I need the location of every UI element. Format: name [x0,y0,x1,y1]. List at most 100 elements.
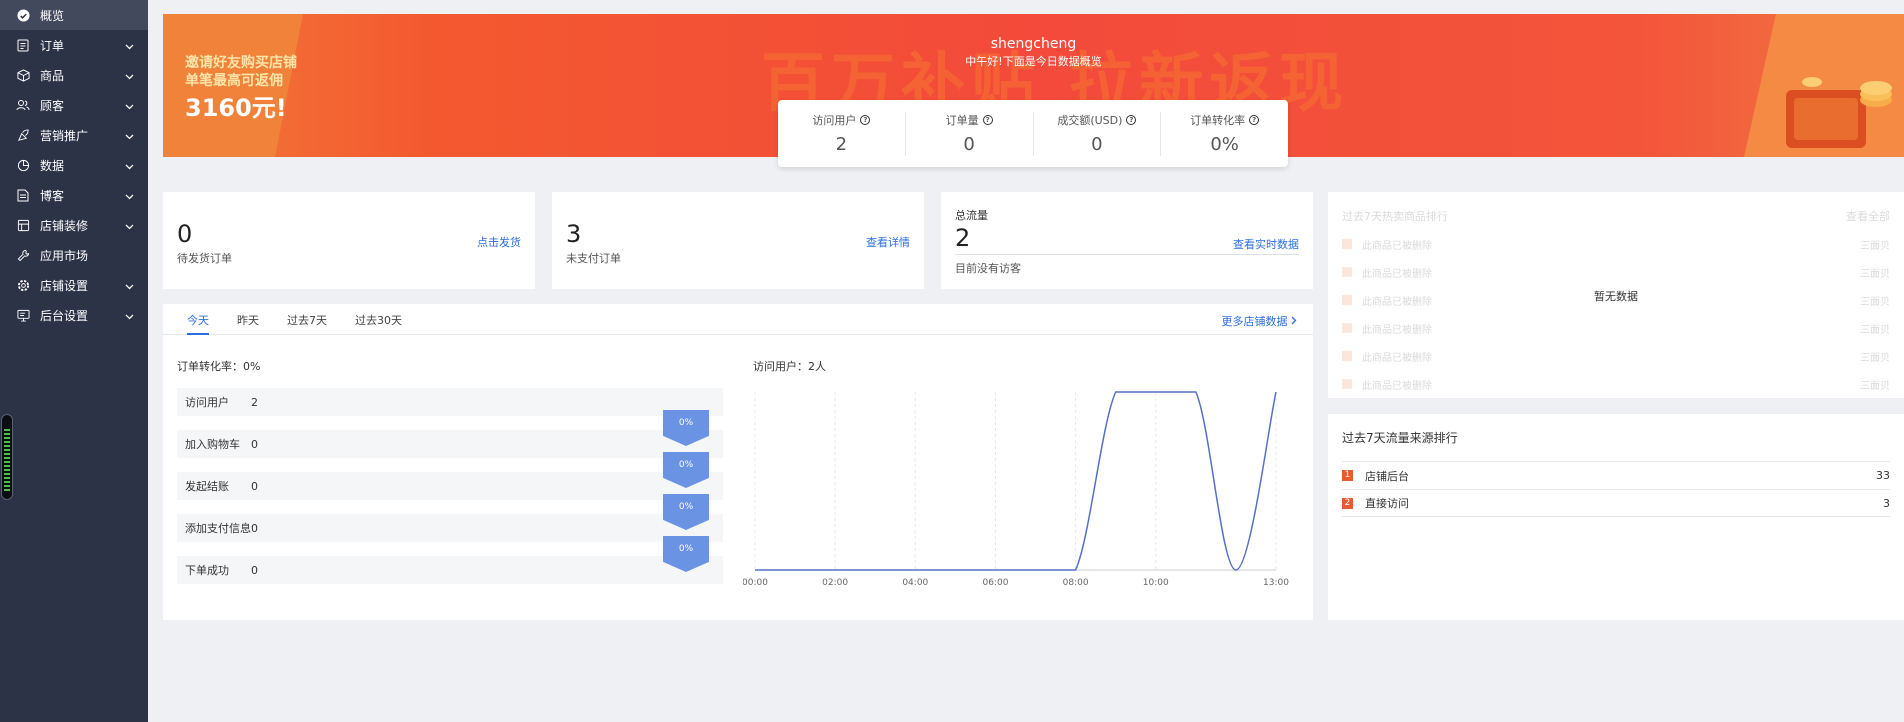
sidebar-item-customers[interactable]: 顾客 [0,90,148,120]
stat-value: 0% [1210,133,1239,155]
volume-meter [1,414,13,500]
sidebar-item-label: 商品 [40,68,65,83]
gear-icon [16,278,30,292]
sidebar-item-admin-settings[interactable]: 后台设置 [0,300,148,330]
funnel-value: 0 [251,479,258,493]
promo-line: 单笔最高可返佣 [185,73,283,89]
placeholder-row: 此商品已被删除 三面贝 [1342,377,1890,392]
sidebar-item-store-settings[interactable]: 店铺设置 [0,270,148,300]
chevron-down-icon [125,189,134,203]
placeholder-name: 此商品已被删除 [1362,381,1432,392]
funnel-value: 0 [251,521,258,535]
sidebar-item-label: 后台设置 [40,308,89,323]
rank-marker [1342,351,1352,361]
more-link-label: 更多店铺数据 [1221,315,1288,328]
pending-orders-card: 0 待发货订单 点击发货 [163,192,535,289]
today-stats-card: 访问用户? 2 订单量? 0 成交额(USD)? 0 订单转化率? 0% [778,100,1288,167]
view-details-link[interactable]: 查看详情 [866,234,910,250]
tab-yesterday[interactable]: 昨天 [237,304,259,335]
stat-conversion: 订单转化率? 0% [1161,112,1288,156]
no-data-message: 暂无数据 [1594,290,1638,303]
unpaid-caption: 未支付订单 [566,252,621,265]
chevron-down-icon [125,129,134,143]
stat-value: 0 [963,133,975,155]
sidebar-item-label: 数据 [40,158,65,173]
stat-label: 订单转化率 [1190,113,1246,127]
rank-marker [1342,239,1352,249]
rank-marker [1342,379,1352,389]
product-icon [16,68,30,82]
traffic-caption: 目前没有访客 [955,262,1021,275]
placeholder-row: 此商品已被删除 三面贝 [1342,265,1890,280]
sidebar-item-label: 顾客 [40,98,65,113]
tab-last-7-days[interactable]: 过去7天 [287,304,327,335]
traffic-sources-card: 过去7天流量来源排行 1 店铺后台 33 2 直接访问 3 [1328,414,1904,620]
tab-today[interactable]: 今天 [187,304,209,335]
sidebar-item-label: 店铺装修 [40,218,89,233]
chevron-down-icon [125,279,134,293]
customers-icon [16,98,30,112]
placeholder-name: 此商品已被删除 [1362,325,1432,336]
more-store-data-link[interactable]: 更多店铺数据 [1222,313,1298,329]
x-tick-label: 04:00 [902,578,928,588]
sidebar-item-app-market[interactable]: 应用市场 [0,240,148,270]
x-tick-label: 00:00 [743,578,768,588]
help-icon[interactable]: ? [982,114,993,125]
hot-products-title: 过去7天热卖商品排行 [1342,210,1448,223]
greeting-text: 中午好!下面是今日数据概览 [965,55,1102,68]
date-range-tabs: 今天 昨天 过去7天 过去30天 更多店铺数据 [163,304,1313,335]
stat-orders: 订单量? 0 [906,111,1034,156]
chevron-down-icon [125,159,134,173]
sidebar-item-label: 博客 [40,188,65,203]
sidebar: 概览 订单 商品 顾客 营销推广 数据 博客 店铺装修 应用市场 店铺设置 后台… [0,0,148,722]
tab-last-30-days[interactable]: 过去30天 [355,304,402,335]
x-tick-label: 06:00 [982,578,1008,588]
chevron-down-icon [125,39,134,53]
sidebar-item-data[interactable]: 数据 [0,150,148,180]
sidebar-item-label: 概览 [40,8,65,23]
sidebar-item-blog[interactable]: 博客 [0,180,148,210]
sidebar-item-marketing[interactable]: 营销推广 [0,120,148,150]
stat-label: 成交额(USD) [1057,113,1123,127]
rank-marker [1342,267,1352,277]
ship-now-link[interactable]: 点击发货 [477,234,521,250]
x-tick-label: 13:00 [1263,578,1289,588]
stat-label: 访问用户 [812,113,857,127]
blog-icon [16,188,30,202]
funnel-value: 2 [251,395,258,409]
realtime-data-link[interactable]: 查看实时数据 [1233,236,1299,252]
sidebar-item-label: 应用市场 [40,248,89,263]
help-icon[interactable]: ? [860,114,871,125]
help-icon[interactable]: ? [1249,114,1260,125]
placeholder-row: 此商品已被删除 三面贝 [1342,237,1890,252]
pending-count: 0 [177,220,193,248]
greeting: shengcheng 中午好!下面是今日数据概览 [163,36,1904,69]
monitor-icon [16,308,30,322]
rank-badge: 1 [1342,470,1353,481]
series-line [755,391,1277,571]
traffic-count: 2 [955,224,971,252]
view-all-link[interactable]: 查看全部 [1846,208,1890,224]
sidebar-item-label: 店铺设置 [40,278,89,293]
chevron-right-icon [1291,315,1297,328]
funnel-row: 访问用户 2 [177,388,723,416]
marketing-icon [16,128,30,142]
source-count: 33 [1876,469,1890,482]
sidebar-item-store-decoration[interactable]: 店铺装修 [0,210,148,240]
sidebar-item-overview[interactable]: 概览 [0,0,148,30]
sidebar-item-orders[interactable]: 订单 [0,30,148,60]
pie-chart-icon [16,158,30,172]
sidebar-item-products[interactable]: 商品 [0,60,148,90]
funnel-title: 订单转化率：0% [177,360,261,373]
placeholder-name: 此商品已被删除 [1362,241,1432,252]
funnel-label: 发起结账 [185,480,229,493]
funnel-value: 0 [251,563,258,577]
order-icon [16,38,30,52]
stat-visitors: 访问用户? 2 [778,111,906,156]
chevron-down-icon [125,309,134,323]
source-name: 直接访问 [1365,497,1409,510]
placeholder-row: 此商品已被删除 三面贝 [1342,349,1890,364]
help-icon[interactable]: ? [1126,114,1137,125]
funnel-value: 0 [251,437,258,451]
chevron-down-icon [125,219,134,233]
